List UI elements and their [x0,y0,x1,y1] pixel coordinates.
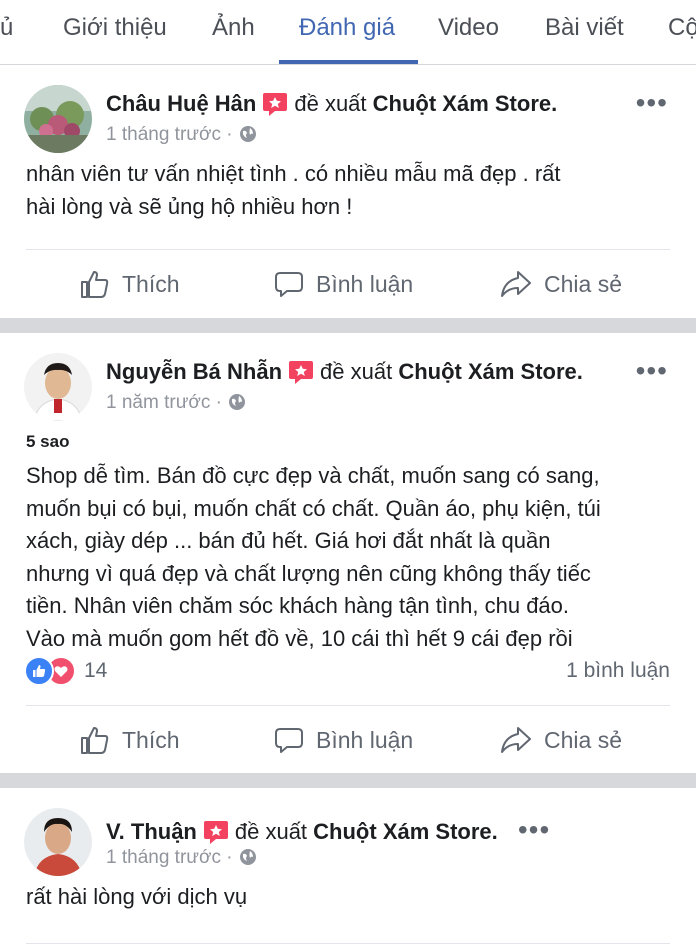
comment-button[interactable]: Bình luận [274,264,413,304]
timestamp[interactable]: 1 tháng trước · [106,124,233,145]
comment-label: Bình luận [316,726,414,753]
post-meta: 1 tháng trước · [106,124,257,146]
post-actions: Thích Bình luận Chia sẻ [0,264,696,304]
globe-icon [239,849,256,865]
post-actions: Thích Bình luận Chia sẻ [0,720,696,760]
timestamp[interactable]: 1 năm trước · [106,392,222,413]
tab-bar: ủ Giới thiệu Ảnh Đánh giá Video Bài viết… [0,0,696,65]
timestamp[interactable]: 1 tháng trước · [106,847,233,868]
active-tab-indicator [279,60,418,64]
more-options-icon[interactable]: ••• [518,814,550,845]
share-label: Chia sẻ [544,726,622,753]
more-options-icon[interactable]: ••• [636,355,668,387]
reaction-summary[interactable]: 14 [24,656,107,686]
recommend-verb: đề xuất [234,819,308,844]
more-options-icon[interactable]: ••• [636,87,668,119]
globe-icon [228,394,245,410]
tab-photos[interactable]: Ảnh [212,14,255,42]
page-name[interactable]: Chuột Xám Store. [313,819,498,844]
post-separator [0,318,696,333]
like-button[interactable]: Thích [80,720,180,760]
like-thumb-icon [81,727,109,754]
share-arrow-icon [501,727,531,753]
avatar[interactable] [24,808,92,876]
post-header: Châu Huệ Hân đề xuất Chuột Xám Store. [106,91,557,117]
author-name[interactable]: Nguyễn Bá Nhẫn [106,359,282,384]
review-post: V. Thuận đề xuất Chuột Xám Store. ••• 1 t… [0,788,696,949]
tab-reviews[interactable]: Đánh giá [299,14,395,42]
author-name[interactable]: Châu Huệ Hân [106,91,256,116]
post-header: Nguyễn Bá Nhẫn đề xuất Chuột Xám Store. [106,359,583,385]
tab-about[interactable]: Giới thiệu [63,14,167,42]
post-header: V. Thuận đề xuất Chuột Xám Store. ••• [106,814,550,846]
recommend-badge-icon [289,361,314,384]
avatar[interactable] [24,85,92,153]
post-meta: 1 năm trước · [106,392,246,414]
comment-button[interactable]: Bình luận [274,720,413,760]
comment-count-link[interactable]: 1 bình luận [566,659,670,683]
review-text: nhân viên tư vấn nhiệt tình . có nhiều m… [26,161,561,219]
divider [26,943,670,944]
page-name[interactable]: Chuột Xám Store. [373,91,558,116]
divider [26,705,670,706]
comment-bubble-icon [275,728,303,753]
author-name[interactable]: V. Thuận [106,819,197,844]
tab-videos[interactable]: Video [438,14,499,42]
recommend-verb: đề xuất [320,359,393,384]
review-post: Nguyễn Bá Nhẫn đề xuất Chuột Xám Store. •… [0,333,696,773]
tab-partial-right[interactable]: Cộ [668,14,696,42]
like-button[interactable]: Thích [80,264,180,304]
like-label: Thích [122,270,180,297]
like-label: Thích [122,726,180,753]
post-separator [0,773,696,788]
tab-partial-left[interactable]: ủ [0,14,13,42]
tab-posts[interactable]: Bài viết [545,14,624,42]
share-arrow-icon [501,271,531,297]
like-reaction-icon [24,656,54,686]
divider [26,249,670,250]
like-thumb-icon [81,271,109,298]
star-rating-label: 5 sao [26,432,70,451]
review-text: Shop dễ tìm. Bán đồ cực đẹp và chất, muố… [26,463,601,651]
recommend-badge-icon [263,93,288,116]
globe-icon [239,126,256,142]
recommend-badge-icon [203,821,228,844]
comment-label: Bình luận [316,270,414,297]
review-post: Châu Huệ Hân đề xuất Chuột Xám Store. •••… [0,65,696,318]
comment-bubble-icon [275,272,303,297]
avatar[interactable] [24,353,92,421]
share-button[interactable]: Chia sẻ [500,264,622,304]
share-label: Chia sẻ [544,270,622,297]
post-meta: 1 tháng trước · [106,847,257,869]
review-text: rất hài lòng với dịch vụ [26,884,248,909]
reaction-count: 14 [84,659,108,682]
recommend-verb: đề xuất [294,91,367,116]
page-name[interactable]: Chuột Xám Store. [398,359,583,384]
share-button[interactable]: Chia sẻ [500,720,622,760]
